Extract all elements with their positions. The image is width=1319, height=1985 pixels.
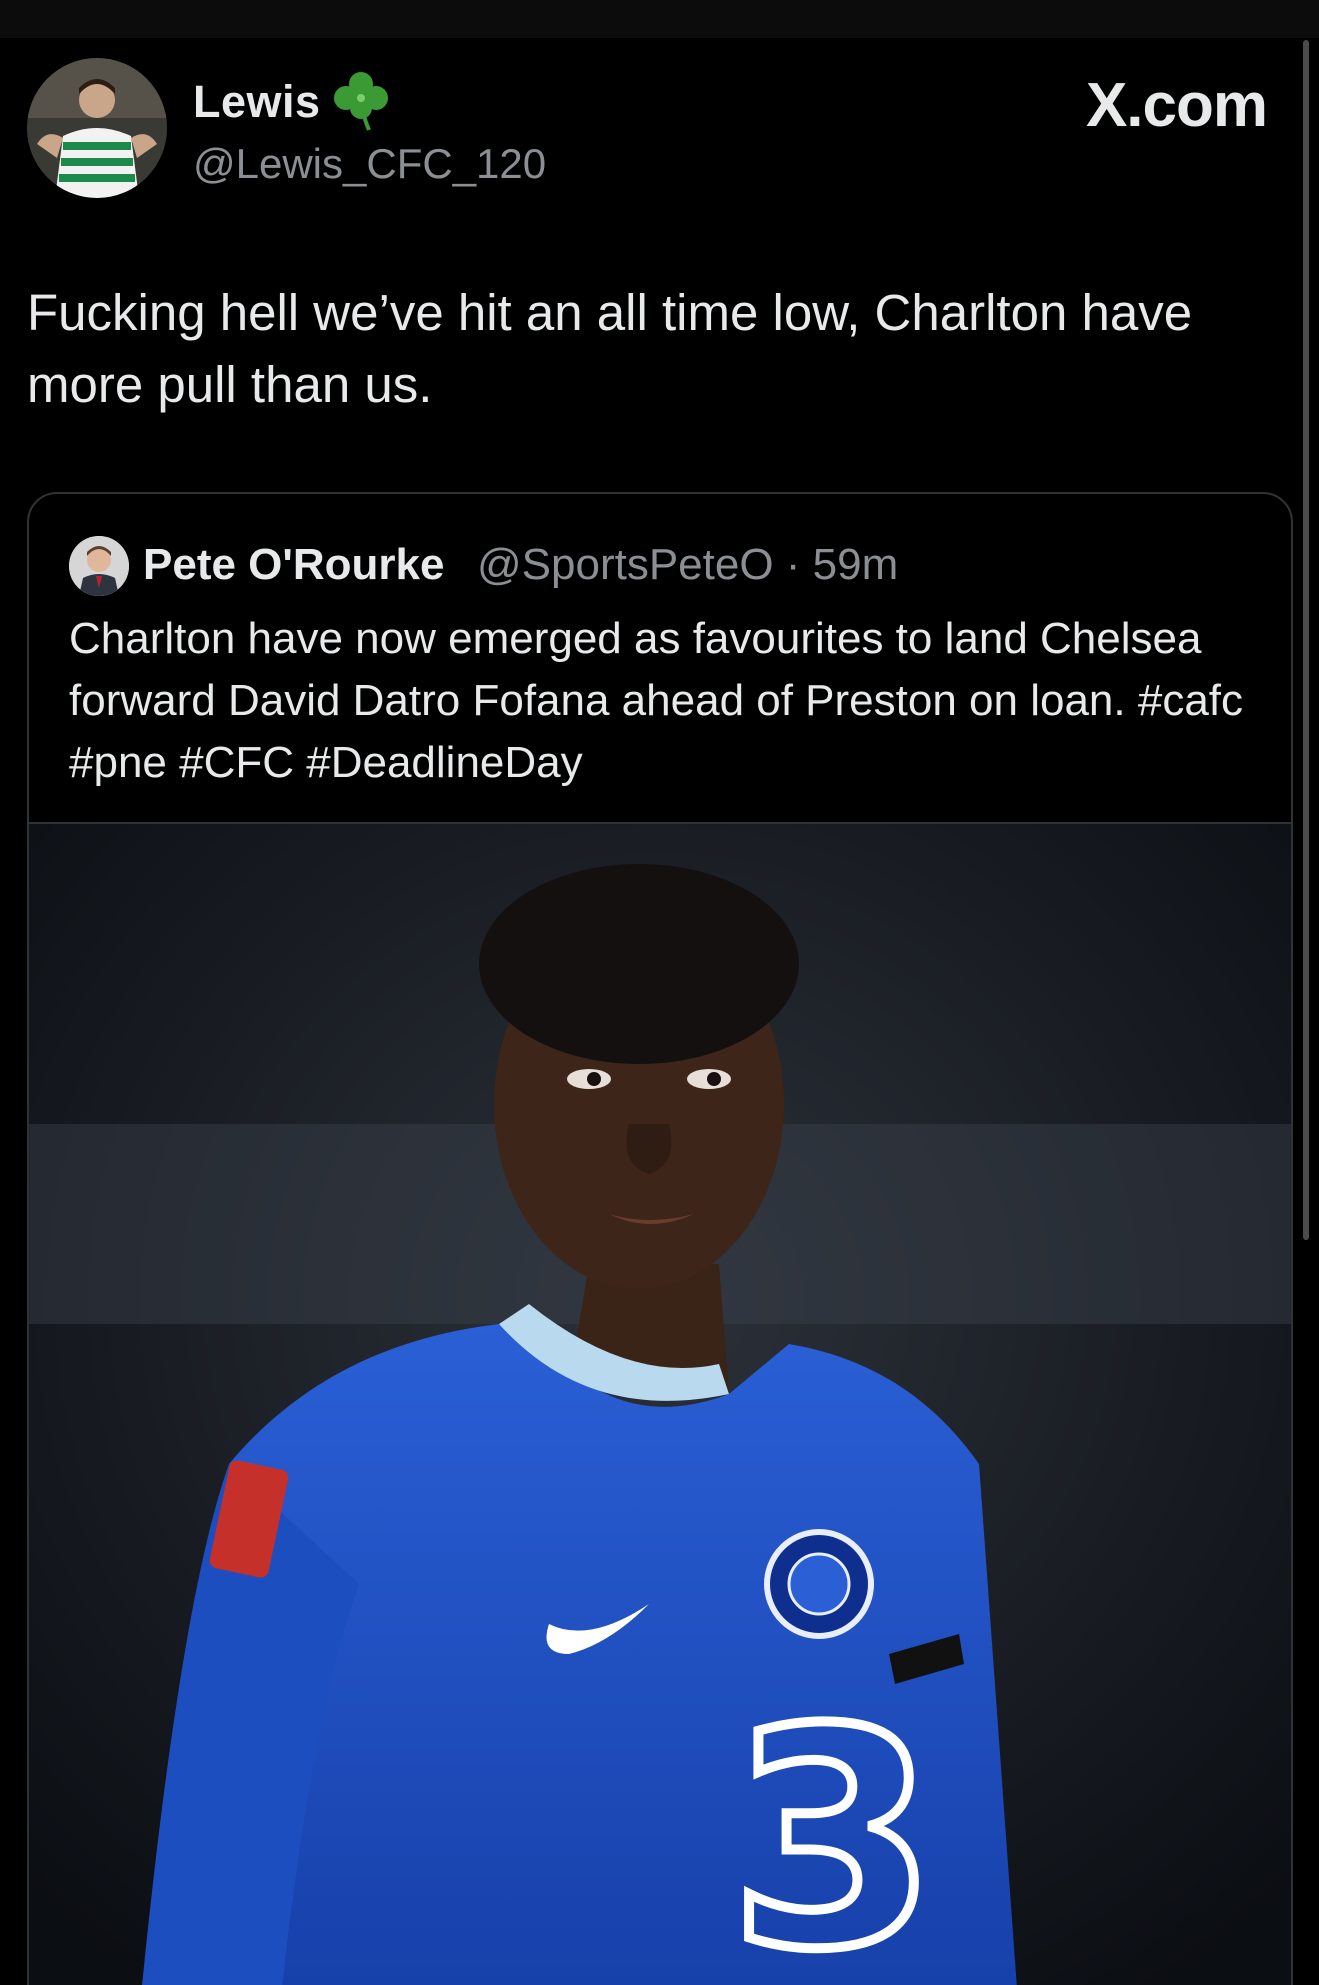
- tweet-header: Lewis @Lewis_CFC_120 X.com: [27, 58, 1268, 208]
- author-handle[interactable]: @Lewis_CFC_120: [193, 140, 546, 188]
- quoted-tweet[interactable]: Pete O'Rourke @SportsPeteO · 59m Charlto…: [27, 492, 1293, 1985]
- status-strip: [0, 0, 1319, 38]
- quoted-avatar-image: [69, 536, 129, 596]
- quoted-author-meta[interactable]: @SportsPeteO · 59m: [477, 540, 898, 590]
- player-photo-image: 3: [29, 824, 1291, 1985]
- scrollbar[interactable]: [1303, 40, 1309, 1240]
- author-display-name[interactable]: Lewis: [193, 76, 321, 128]
- author-avatar[interactable]: [27, 58, 167, 198]
- tweet-text: Fucking hell we’ve hit an all time low, …: [27, 284, 1193, 413]
- player-photo[interactable]: 3: [29, 822, 1291, 1985]
- screenshot-page: Lewis @Lewis_CFC_120 X.com Fucking hell …: [0, 0, 1319, 1985]
- quoted-author-avatar[interactable]: [69, 536, 129, 596]
- svg-text:3: 3: [729, 1666, 938, 1985]
- avatar-image: [27, 58, 167, 198]
- quoted-text: Charlton have now emerged as favourites …: [69, 614, 1244, 787]
- quoted-author-name[interactable]: Pete O'Rourke: [143, 540, 444, 590]
- shamrock-icon: [334, 72, 388, 131]
- brand-logo: X.com: [1085, 71, 1268, 140]
